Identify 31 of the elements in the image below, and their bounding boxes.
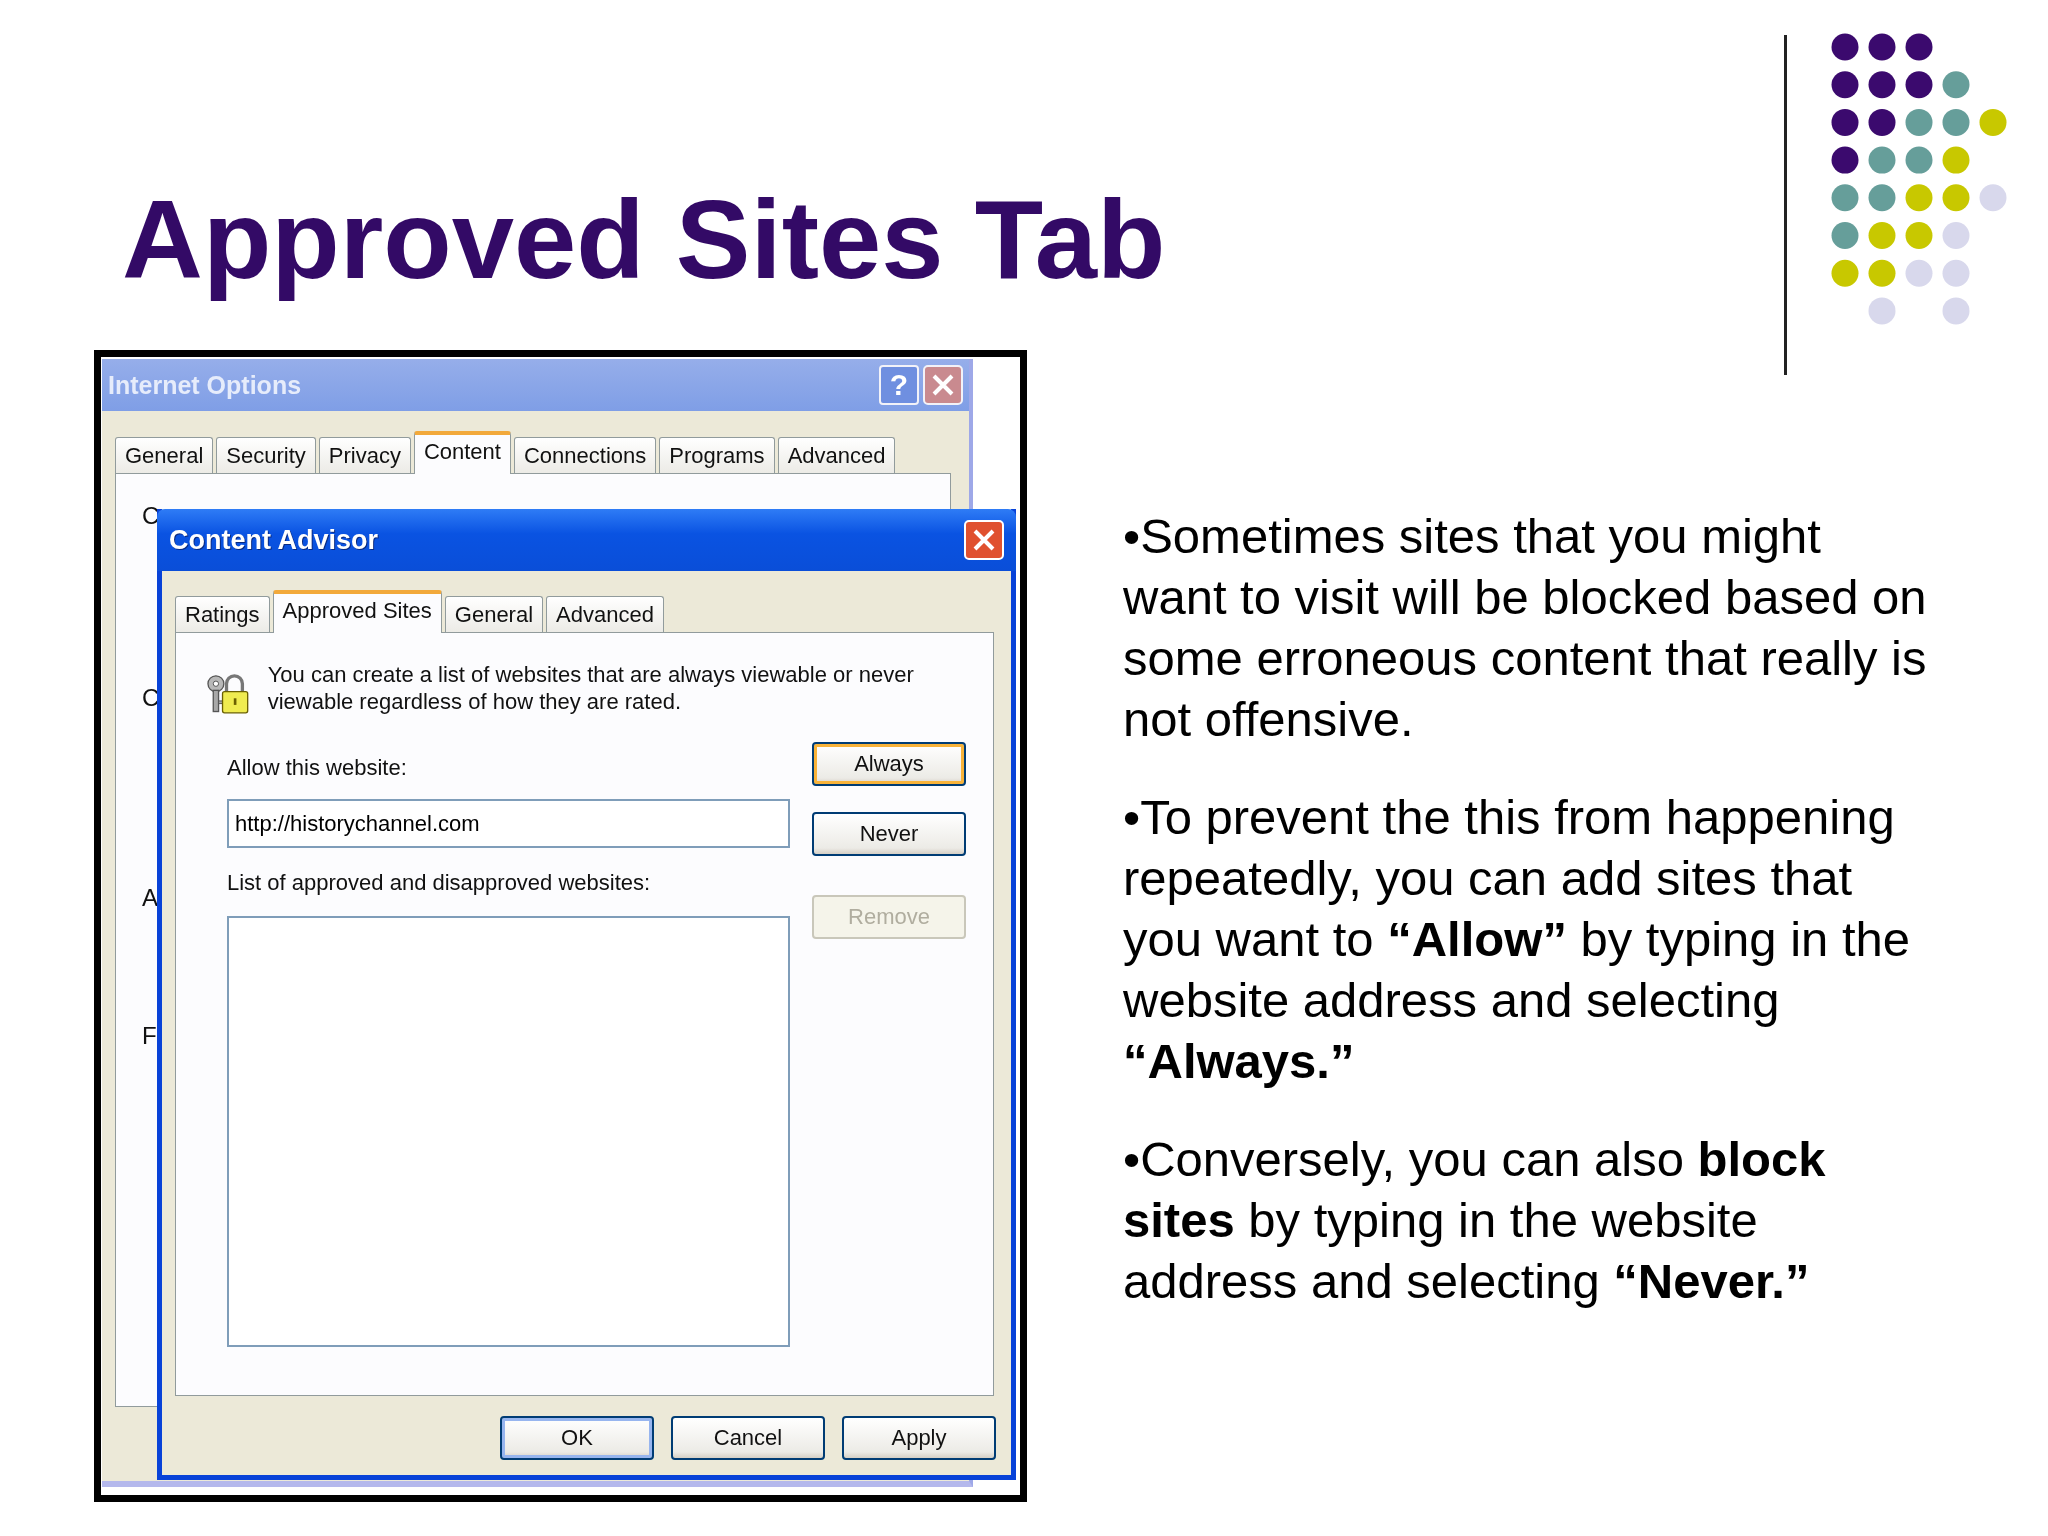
dialog-button[interactable]: OK [500, 1416, 654, 1460]
field-label: Allow this website: [227, 755, 408, 781]
bullet-text: •Sometimes sites that you might want to visit will be blocked based on some erroneous content that really is not offensive. [1123, 508, 1928, 748]
description-text: You can create a list of websites that are always viewable or never viewable regardless of how they are rated. [267, 661, 915, 715]
action-button[interactable]: Always [812, 742, 966, 786]
tab[interactable]: Privacy [318, 437, 411, 473]
label-text: C [142, 502, 160, 530]
tab[interactable]: Advanced [546, 596, 664, 632]
bullet-text: •Conversely, you can also block sites by typing in the website address and selecting “Never.” [1123, 1131, 1827, 1310]
label-text: F [142, 1022, 157, 1050]
tab[interactable]: Ratings [175, 596, 270, 632]
website-field[interactable]: http://historychannel.com [227, 799, 790, 848]
tab[interactable]: Connections [513, 437, 657, 473]
tab[interactable]: Advanced [777, 437, 896, 473]
label-text: A [142, 884, 158, 912]
window-title: Content Advisor [169, 524, 378, 556]
list-label: List of approved and disapproved websites: [227, 870, 652, 896]
label-text: C [142, 684, 160, 712]
tab[interactable]: Approved Sites [272, 590, 442, 633]
tab[interactable]: General [444, 596, 544, 632]
tab[interactable]: General [115, 437, 214, 473]
tab[interactable]: Security [216, 437, 316, 473]
tab[interactable]: Content [413, 431, 511, 474]
slide-title: Approved Sites Tab [122, 176, 1166, 304]
dialog-button[interactable]: Cancel [671, 1416, 825, 1460]
tab[interactable]: Programs [659, 437, 775, 473]
bullet-text: •To prevent the this from happening repeatedly, you can add sites that you want to “Allow” by typing in the website address and selecting “Always.” [1123, 789, 1912, 1090]
action-button[interactable]: Never [812, 812, 966, 856]
dialog-button[interactable]: Apply [842, 1416, 996, 1460]
window-title: Internet Options [108, 370, 302, 400]
close-icon[interactable] [923, 365, 963, 405]
